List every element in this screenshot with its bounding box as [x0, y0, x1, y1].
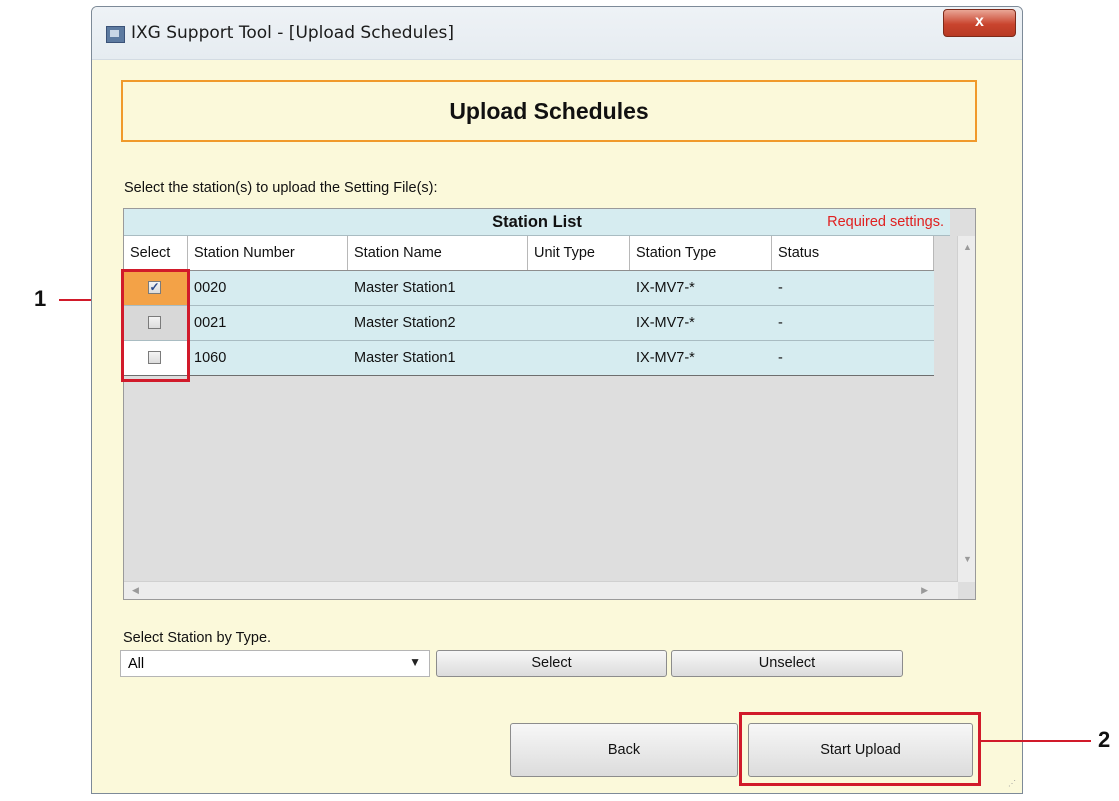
scroll-down-icon[interactable]: ▼: [963, 554, 972, 564]
dropdown-value: All: [128, 656, 145, 672]
select-by-type-label: Select Station by Type.: [123, 630, 272, 646]
window-title: IXG Support Tool - [Upload Schedules]: [131, 23, 455, 43]
station-type: IX-MV7-*: [636, 350, 695, 366]
table-row[interactable]: ✓ 0020 Master Station1 IX-MV7-* -: [124, 271, 934, 306]
station-number: 1060: [194, 350, 227, 366]
station-list-grid: Station List Required settings. Select S…: [123, 208, 976, 600]
app-icon: [106, 26, 125, 43]
station-number: 0021: [194, 315, 227, 331]
select-button[interactable]: Select: [436, 650, 667, 677]
station-list-title: Station List: [492, 213, 582, 231]
chevron-down-icon: ▼: [409, 655, 421, 669]
callout-1: 1: [34, 286, 47, 311]
scroll-up-icon[interactable]: ▲: [963, 242, 972, 252]
col-status[interactable]: Status: [772, 236, 934, 270]
station-number: 0020: [194, 280, 227, 296]
station-name: Master Station1: [354, 350, 456, 366]
horizontal-scrollbar[interactable]: ◀ ▶: [124, 581, 958, 599]
scroll-right-icon[interactable]: ▶: [921, 585, 928, 596]
unit-type: [528, 271, 534, 305]
callout-2-line: [980, 740, 1091, 742]
station-name: Master Station2: [354, 315, 456, 331]
station-list-title-bar: Station List Required settings.: [124, 209, 950, 236]
resize-grip-icon[interactable]: ⋰: [1008, 779, 1018, 789]
col-station-name[interactable]: Station Name: [348, 236, 528, 270]
station-type: IX-MV7-*: [636, 280, 695, 296]
col-unit-type[interactable]: Unit Type: [528, 236, 630, 270]
column-header-row: Select Station Number Station Name Unit …: [124, 236, 934, 271]
unselect-button[interactable]: Unselect: [671, 650, 903, 677]
col-station-number[interactable]: Station Number: [188, 236, 348, 270]
unit-type: [528, 341, 534, 375]
unit-type: [528, 306, 534, 340]
station-type: IX-MV7-*: [636, 315, 695, 331]
vertical-scrollbar[interactable]: ▲ ▼: [957, 236, 975, 582]
select-column-highlight: [121, 269, 190, 382]
scroll-left-icon[interactable]: ◀: [132, 585, 139, 596]
instruction-text: Select the station(s) to upload the Sett…: [124, 180, 438, 196]
table-row[interactable]: 0021 Master Station2 IX-MV7-* -: [124, 306, 934, 341]
title-bar: IXG Support Tool - [Upload Schedules] x: [92, 7, 1022, 60]
status: -: [778, 315, 783, 331]
status: -: [778, 280, 783, 296]
page-title: Upload Schedules: [121, 80, 977, 142]
col-select[interactable]: Select: [124, 236, 188, 270]
station-name: Master Station1: [354, 280, 456, 296]
start-upload-button[interactable]: Start Upload: [748, 723, 973, 777]
required-note: Required settings.: [827, 214, 944, 230]
dialog-window: IXG Support Tool - [Upload Schedules] x …: [91, 6, 1023, 794]
station-type-dropdown[interactable]: All ▼: [120, 650, 430, 677]
back-button[interactable]: Back: [510, 723, 738, 777]
status: -: [778, 350, 783, 366]
col-station-type[interactable]: Station Type: [630, 236, 772, 270]
table-row[interactable]: 1060 Master Station1 IX-MV7-* -: [124, 341, 934, 376]
close-button[interactable]: x: [943, 9, 1016, 37]
callout-2: 2: [1098, 727, 1111, 752]
